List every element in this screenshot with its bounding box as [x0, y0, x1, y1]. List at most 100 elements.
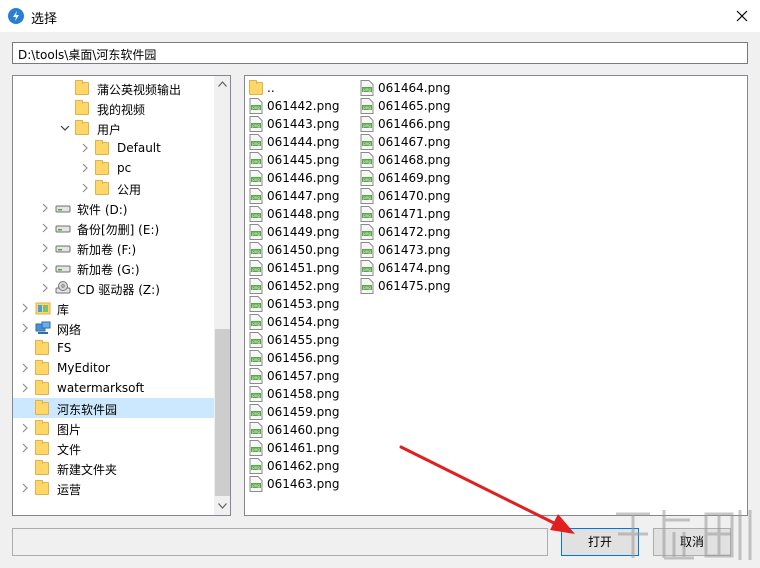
- tree-item[interactable]: 库: [13, 298, 214, 318]
- svg-text:png: png: [363, 249, 371, 254]
- tree-item-label: 文件: [57, 443, 82, 457]
- tree-item[interactable]: MyEditor: [13, 358, 214, 378]
- tree-item[interactable]: 蒲公英视频输出: [13, 78, 214, 98]
- tree-item[interactable]: 网络: [13, 318, 214, 338]
- tree-scrollbar[interactable]: [214, 76, 230, 515]
- file-name: 061448.png: [267, 207, 340, 221]
- tree-item[interactable]: pc: [13, 158, 214, 178]
- tree-item[interactable]: Default: [13, 138, 214, 158]
- chevron-right-icon[interactable]: [39, 262, 51, 274]
- file-name: 061465.png: [378, 99, 451, 113]
- filename-field[interactable]: [12, 528, 548, 556]
- watermark-logo: [616, 510, 752, 560]
- tree-item-label: 新建文件夹: [57, 463, 118, 477]
- tree-item[interactable]: 新建文件夹: [13, 458, 214, 478]
- tree-item[interactable]: 图片: [13, 418, 214, 438]
- tree-item[interactable]: CD 驱动器 (Z:): [13, 278, 214, 298]
- chevron-right-icon[interactable]: [39, 202, 51, 214]
- folder-icon: [95, 140, 111, 155]
- file-name: 061460.png: [267, 423, 340, 437]
- chevron-right-icon[interactable]: [19, 482, 31, 494]
- file-name: 061446.png: [267, 171, 340, 185]
- svg-text:png: png: [252, 429, 260, 434]
- folder-tree[interactable]: 蒲公英视频输出 我的视频 用户 Default pc 公用软件 (D:) 备份[勿删] (E…: [12, 75, 231, 516]
- tree-item[interactable]: 河东软件园: [13, 398, 214, 418]
- file-name: 061443.png: [267, 117, 340, 131]
- path-input[interactable]: D:\tools\桌面\河东软件园: [12, 42, 748, 64]
- file-name: 061474.png: [378, 261, 451, 275]
- svg-text:png: png: [252, 411, 260, 416]
- svg-text:png: png: [252, 393, 260, 398]
- chevron-down-icon: [218, 503, 227, 509]
- chevron-right-icon[interactable]: [79, 162, 91, 174]
- chevron-down-icon[interactable]: [59, 122, 71, 134]
- file-name: 061458.png: [267, 387, 340, 401]
- file-name: 061447.png: [267, 189, 340, 203]
- tree-item[interactable]: 新加卷 (G:): [13, 258, 214, 278]
- chevron-right-icon[interactable]: [19, 362, 31, 374]
- png-file-icon: png: [360, 80, 374, 96]
- file-name: 061445.png: [267, 153, 340, 167]
- tree-item-label: 河东软件园: [57, 403, 118, 417]
- chevron-up-icon: [218, 81, 227, 87]
- png-file-icon: png: [360, 260, 374, 276]
- chevron-right-icon[interactable]: [39, 222, 51, 234]
- file-name: 061473.png: [378, 243, 451, 257]
- scroll-up-button[interactable]: [214, 76, 230, 93]
- tree-item[interactable]: 文件: [13, 438, 214, 458]
- folder-icon: [75, 120, 91, 135]
- tree-item-label: 公用: [117, 183, 142, 197]
- svg-text:png: png: [363, 213, 371, 218]
- chevron-right-icon[interactable]: [79, 142, 91, 154]
- tree-item[interactable]: 新加卷 (F:): [13, 238, 214, 258]
- file-list[interactable]: .. png 061442.png png 061443.png png 061444.p…: [244, 75, 748, 516]
- png-file-icon: png: [360, 206, 374, 222]
- window-title: 选择: [31, 12, 58, 27]
- tree-item[interactable]: FS: [13, 338, 214, 358]
- file-name: 061472.png: [378, 225, 451, 239]
- chevron-right-icon[interactable]: [19, 322, 31, 334]
- svg-text:png: png: [363, 123, 371, 128]
- folder-icon: [95, 160, 111, 175]
- chevron-right-icon[interactable]: [39, 242, 51, 254]
- png-file-icon: png: [249, 296, 263, 312]
- close-button[interactable]: [728, 3, 756, 29]
- svg-text:png: png: [363, 267, 371, 272]
- svg-text:png: png: [252, 231, 260, 236]
- drive-icon: [55, 241, 71, 255]
- png-file-icon: png: [249, 206, 263, 222]
- tree-item[interactable]: watermarksoft: [13, 378, 214, 398]
- svg-text:png: png: [252, 195, 260, 200]
- png-file-icon: png: [249, 116, 263, 132]
- tree-item[interactable]: 用户: [13, 118, 214, 138]
- chevron-right-icon[interactable]: [79, 182, 91, 194]
- folder-icon: [35, 440, 51, 455]
- png-file-icon: png: [249, 386, 263, 402]
- cd-drive-icon: [55, 281, 71, 295]
- chevron-right-icon[interactable]: [19, 422, 31, 434]
- chevron-right-icon[interactable]: [19, 382, 31, 394]
- tree-item-label: 软件 (D:): [77, 203, 128, 217]
- png-file-icon: png: [249, 260, 263, 276]
- scroll-thumb[interactable]: [215, 329, 230, 496]
- scroll-down-button[interactable]: [214, 498, 230, 515]
- chevron-right-icon[interactable]: [19, 302, 31, 314]
- folder-icon: [35, 340, 51, 355]
- tree-item[interactable]: 公用: [13, 178, 214, 198]
- png-file-icon: png: [249, 440, 263, 456]
- file-name: 061444.png: [267, 135, 340, 149]
- chevron-right-icon[interactable]: [19, 442, 31, 454]
- chevron-right-icon[interactable]: [39, 282, 51, 294]
- png-file-icon: png: [249, 314, 263, 330]
- png-file-icon: png: [249, 224, 263, 240]
- tree-item[interactable]: 我的视频: [13, 98, 214, 118]
- svg-text:png: png: [252, 447, 260, 452]
- tree-item-label: 蒲公英视频输出: [97, 83, 182, 97]
- tree-item[interactable]: 备份[勿删] (E:): [13, 218, 214, 238]
- tree-item[interactable]: 软件 (D:): [13, 198, 214, 218]
- tree-item[interactable]: 运营: [13, 478, 214, 498]
- png-file-icon: png: [360, 170, 374, 186]
- folder-icon: [35, 460, 51, 475]
- file-name: 061450.png: [267, 243, 340, 257]
- tree-item-label: 我的视频: [97, 103, 146, 117]
